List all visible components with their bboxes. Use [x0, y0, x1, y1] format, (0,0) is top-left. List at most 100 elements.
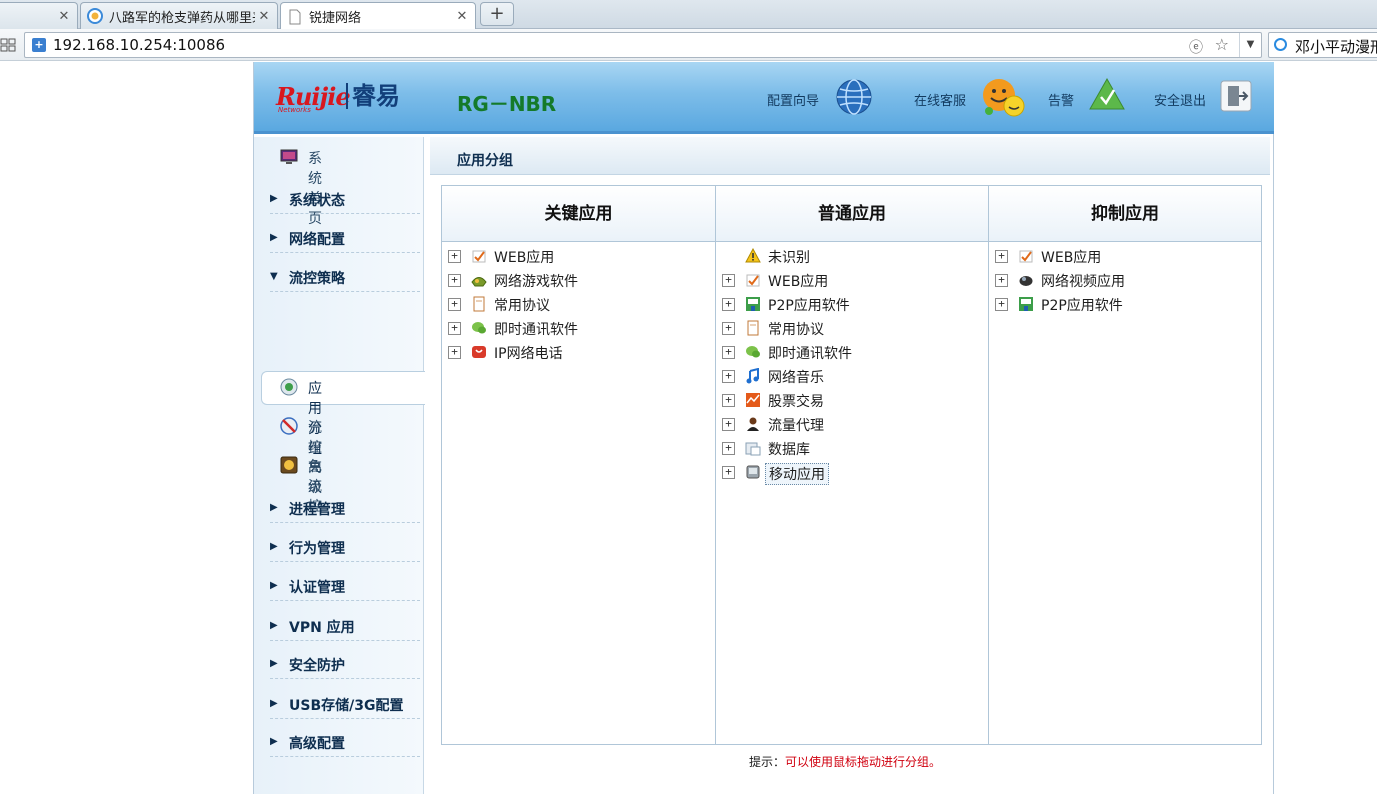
search-text: 邓小平动漫形 [1295, 38, 1377, 56]
sidebar-category-security[interactable]: ▶ 安全防护 [270, 653, 420, 679]
tab-title: 锐捷网络 [309, 11, 362, 26]
search-input[interactable]: 邓小平动漫形 [1268, 32, 1377, 58]
database-icon [745, 442, 761, 456]
page-title: 应用分组 [457, 153, 513, 169]
expand-icon[interactable]: + [722, 370, 735, 383]
bookmark-star-icon[interactable]: ☆ [1215, 35, 1229, 54]
chevron-right-icon: ▶ [270, 658, 278, 669]
music-icon [746, 368, 759, 384]
page-title-bar: 应用分组 [430, 137, 1270, 175]
browser-tab[interactable]: ✕ [0, 2, 78, 29]
support-faces-icon[interactable] [980, 76, 1026, 118]
sidebar-category-process-management[interactable]: ▶ 进程管理 [270, 497, 420, 523]
tree-node-label: WEB应用 [768, 274, 829, 290]
column-header: 关键应用 [442, 186, 715, 242]
expand-icon[interactable]: + [722, 466, 735, 479]
sidebar-category-label: 流控策略 [289, 271, 345, 287]
apps-grid-icon[interactable] [0, 37, 16, 53]
expand-icon[interactable]: + [995, 298, 1008, 311]
tree-node-label: 数据库 [768, 442, 810, 458]
close-icon[interactable]: ✕ [255, 9, 273, 24]
sidebar-category-usb-3g[interactable]: ▶ USB存储/3G配置 [270, 693, 420, 719]
online-support-button[interactable]: 在线客服 [914, 90, 966, 109]
browser-tab[interactable]: 八路军的枪支弹药从哪里来 ✕ [80, 2, 278, 29]
expand-icon[interactable]: + [448, 274, 461, 287]
search-icon [1274, 38, 1287, 51]
app-group-board: 关键应用 + WEB应用 + 网络游戏软件 + 常用协议 + 即时通讯软件 + … [441, 185, 1262, 745]
tree-node-label: 即时通讯软件 [768, 346, 852, 362]
tree-node-label: WEB应用 [1041, 250, 1102, 266]
sidebar-category-label: 认证管理 [289, 580, 345, 596]
expand-icon[interactable]: + [722, 418, 735, 431]
sidebar-category-label: 进程管理 [289, 502, 345, 518]
sidebar-category-flow-control[interactable]: ▼ 流控策略 [270, 266, 420, 292]
p2p-icon [1019, 297, 1033, 311]
expand-icon[interactable]: + [722, 346, 735, 359]
tree-node-label: WEB应用 [494, 250, 555, 266]
game-icon [471, 277, 487, 287]
p2p-icon [746, 297, 760, 311]
chevron-right-icon: ▶ [270, 736, 278, 747]
tree-node-label: IP网络电话 [494, 346, 563, 362]
hint-prefix: 提示： [749, 755, 786, 769]
sidebar-category-vpn[interactable]: ▶ VPN 应用 [270, 615, 420, 641]
sidebar-category-advanced-config[interactable]: ▶ 高级配置 [270, 731, 420, 757]
tab-title: 八路军的枪支弹药从哪里来 [109, 10, 255, 26]
sidebar-category-label: 系统状态 [289, 193, 345, 209]
stock-icon [746, 393, 760, 407]
sidebar-category-label: 网络配置 [289, 232, 345, 248]
alarm-triangle-icon[interactable] [1088, 77, 1126, 111]
expand-icon[interactable]: + [722, 442, 735, 455]
expand-icon[interactable]: + [448, 322, 461, 335]
close-icon[interactable]: ✕ [55, 9, 73, 24]
chevron-right-icon: ▶ [270, 193, 278, 204]
dropdown-arrow-icon[interactable]: ▼ [1239, 33, 1261, 57]
group-column-critical: 关键应用 + WEB应用 + 网络游戏软件 + 常用协议 + 即时通讯软件 + … [442, 186, 715, 744]
web-check-icon [1019, 250, 1033, 263]
tree-node-label: 网络音乐 [768, 370, 824, 386]
expand-icon[interactable]: + [722, 322, 735, 335]
new-tab-button[interactable]: + [480, 2, 514, 26]
tree-node-label: 流量代理 [768, 418, 824, 434]
group-column-restricted: 抑制应用 + WEB应用 + 网络视频应用 + P2P应用软件 [988, 186, 1261, 744]
chevron-right-icon: ▶ [270, 620, 278, 631]
safe-exit-button[interactable]: 安全退出 [1154, 90, 1206, 109]
url-input[interactable]: + 192.168.10.254:10086 ⓔ ☆ ▼ [24, 32, 1262, 58]
router-admin-app: Ruijie Networks 睿易 RG－NBR 配置向导 在线客服 告警 安… [253, 62, 1274, 794]
config-wizard-button[interactable]: 配置向导 [767, 90, 819, 109]
chevron-right-icon: ▶ [270, 580, 278, 591]
browser-tab-active[interactable]: 锐捷网络 ✕ [280, 2, 476, 30]
expand-icon[interactable]: + [448, 250, 461, 263]
video-icon [1019, 276, 1033, 286]
ie-compat-icon[interactable]: ⓔ [1189, 37, 1203, 57]
globe-icon[interactable] [835, 78, 873, 116]
sidebar-category-system-status[interactable]: ▶ 系统状态 [270, 188, 420, 214]
column-header: 抑制应用 [989, 186, 1261, 242]
tree-node-label: 常用协议 [494, 298, 550, 314]
sidebar-category-label: 安全防护 [289, 658, 345, 674]
sidebar-category-auth-management[interactable]: ▶ 认证管理 [270, 575, 420, 601]
expand-icon[interactable]: + [722, 298, 735, 311]
sidebar: 系统首页 ▶ 系统状态 ▶ 网络配置 ▼ 流控策略 应用分组 流控高级 免流控 … [254, 137, 425, 794]
no-entry-icon [280, 417, 298, 435]
expand-icon[interactable]: + [995, 274, 1008, 287]
sidebar-category-label: USB存储/3G配置 [289, 698, 404, 714]
column-header: 普通应用 [716, 186, 988, 242]
browser-tab-bar: ✕ 八路军的枪支弹药从哪里来 ✕ 锐捷网络 ✕ + [0, 0, 1377, 30]
expand-icon[interactable]: + [448, 298, 461, 311]
close-icon[interactable]: ✕ [453, 9, 471, 24]
alarm-button[interactable]: 告警 [1048, 90, 1074, 109]
expand-icon[interactable]: + [722, 394, 735, 407]
ruijie-logo-sub: Networks [278, 106, 311, 114]
sidebar-category-behavior-management[interactable]: ▶ 行为管理 [270, 536, 420, 562]
expand-icon[interactable]: + [995, 250, 1008, 263]
expand-icon[interactable]: + [448, 346, 461, 359]
address-bar-row: + 192.168.10.254:10086 ⓔ ☆ ▼ 邓小平动漫形 [0, 29, 1377, 61]
sidebar-category-network-config[interactable]: ▶ 网络配置 [270, 227, 420, 253]
gauge-box-icon [280, 456, 298, 474]
sidebar-category-label: 行为管理 [289, 541, 345, 557]
expand-icon[interactable]: + [722, 274, 735, 287]
exit-door-icon[interactable] [1220, 80, 1252, 112]
warning-icon [745, 248, 761, 263]
tree-node-label: 网络视频应用 [1041, 274, 1125, 290]
